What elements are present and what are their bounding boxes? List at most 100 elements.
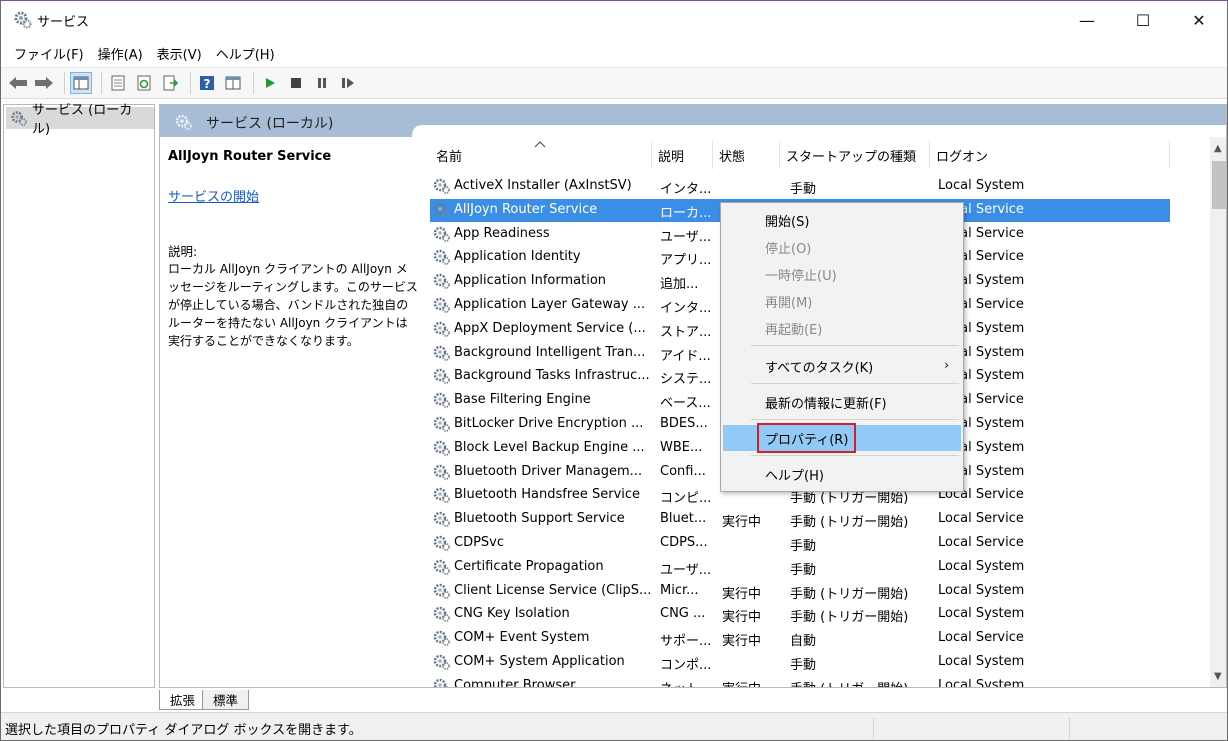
restart-service-icon[interactable]	[337, 72, 359, 94]
stop-service-icon[interactable]	[285, 72, 307, 94]
service-name: Background Intelligent Tran...	[454, 344, 646, 360]
service-name: Bluetooth Handsfree Service	[454, 487, 641, 503]
ctx-separator	[751, 383, 959, 384]
service-startup-type: 手動 (トリガー開始)	[790, 678, 930, 687]
service-name: Bluetooth Support Service	[454, 511, 625, 527]
scroll-up-icon[interactable]: ▲	[1214, 143, 1222, 154]
column-header-startup-type[interactable]: スタートアップの種類	[780, 141, 930, 169]
scrollbar-thumb[interactable]	[1212, 161, 1226, 209]
tree-item-label: サービス (ローカル)	[32, 103, 133, 137]
service-logon: Local Service	[938, 392, 1024, 408]
service-row[interactable]: Certificate Propagation ユーザ... 手動 Local Sys…	[430, 556, 1170, 579]
ctx-help[interactable]: ヘルプ(H)	[723, 461, 961, 487]
service-name: ActiveX Installer (AxInstSV)	[454, 178, 632, 193]
selected-service-name: AllJoyn Router Service	[168, 149, 332, 164]
service-row[interactable]: Computer Browser ネット... 実行中 手動 (トリガー開始) Loca…	[430, 675, 1170, 688]
service-gear-icon	[432, 605, 452, 627]
title-bar: サービス — ☐ ✕	[1, 1, 1227, 39]
service-row[interactable]: CDPSvc CDPS... 手動 Local Service	[430, 532, 1170, 555]
service-logon: Local Service	[938, 249, 1024, 265]
service-gear-icon	[432, 320, 452, 342]
service-name: COM+ Event System	[454, 630, 590, 646]
back-arrow-icon[interactable]	[7, 72, 29, 94]
menu-file[interactable]: ファイル(F)	[7, 41, 91, 65]
scroll-down-icon[interactable]: ▼	[1214, 671, 1222, 682]
service-gear-icon	[432, 201, 452, 223]
service-row[interactable]: Bluetooth Support Service Bluet... 実行中 手動 (…	[430, 508, 1170, 531]
ctx-all-tasks[interactable]: すべてのタスク(K) ›	[723, 353, 961, 379]
service-name: Bluetooth Driver Managem...	[454, 463, 643, 479]
forward-arrow-icon[interactable]	[33, 72, 55, 94]
menu-help[interactable]: ヘルプ(H)	[209, 41, 282, 65]
service-name: Computer Browser	[454, 677, 576, 688]
column-header-logon[interactable]: ログオン	[930, 141, 1170, 169]
menu-view[interactable]: 表示(V)	[150, 41, 209, 65]
service-description: コンポ...	[660, 658, 710, 673]
service-status: 実行中	[722, 678, 778, 687]
service-gear-icon	[432, 177, 452, 199]
ctx-separator	[751, 345, 959, 346]
tab-standard[interactable]: 標準	[202, 690, 250, 710]
column-header-description[interactable]: 説明	[652, 141, 713, 169]
status-text: 選択した項目のプロパティ ダイアログ ボックスを開きます。	[5, 723, 362, 738]
submenu-arrow-icon: ›	[944, 358, 949, 372]
export-list-icon[interactable]	[159, 72, 181, 94]
service-logon: Local System	[938, 416, 1025, 431]
start-service-link[interactable]: サービスの開始	[168, 186, 408, 205]
service-logon: Local System	[938, 463, 1025, 479]
tab-extended[interactable]: 拡張	[159, 690, 207, 710]
ctx-refresh[interactable]: 最新の情報に更新(F)	[723, 389, 961, 415]
ctx-separator	[751, 419, 959, 420]
minimize-button[interactable]: —	[1059, 1, 1115, 39]
ctx-start[interactable]: 開始(S)	[723, 207, 961, 233]
service-gear-icon	[432, 653, 452, 675]
service-description: ローカ...	[660, 205, 710, 221]
service-description: アイド...	[660, 348, 710, 364]
service-row[interactable]: Client License Service (ClipS... Micr... 実…	[430, 580, 1170, 603]
service-status: 実行中	[722, 515, 762, 531]
service-description: CDPS...	[660, 535, 708, 550]
services-main-pane: サービス (ローカル) AllJoyn Router Service サービスの…	[159, 104, 1227, 688]
service-logon: Local System	[938, 439, 1025, 455]
ctx-properties[interactable]: プロパティ(R)	[723, 423, 961, 453]
column-header-name[interactable]: 名前	[430, 141, 652, 169]
service-logon: Local System	[938, 582, 1025, 598]
service-row[interactable]: ActiveX Installer (AxInstSV) インタ... 手動 Loca…	[430, 175, 1170, 198]
tree-item-services-local[interactable]: サービス (ローカル)	[6, 103, 154, 137]
service-description: BDES...	[660, 416, 708, 431]
service-logon: Local System	[938, 368, 1025, 384]
service-startup-type: 手動 (トリガー開始)	[790, 610, 909, 626]
service-description: インタ...	[660, 182, 710, 197]
service-description: コンピ...	[660, 491, 710, 507]
service-startup-type: 手動	[790, 562, 817, 578]
view-icon[interactable]	[222, 72, 244, 94]
context-menu: 開始(S) 停止(O) 一時停止(U) 再開(M) 再起動(E) すべてのタスク…	[720, 202, 964, 492]
start-service-icon[interactable]	[259, 72, 281, 94]
service-logon: Local System	[938, 558, 1025, 574]
service-row[interactable]: CNG Key Isolation CNG ... 実行中 手動 (トリガー開始) Lo…	[430, 603, 1170, 626]
help-icon[interactable]: ?	[196, 72, 218, 94]
column-header-status[interactable]: 状態	[713, 141, 780, 169]
service-gear-icon	[432, 225, 452, 247]
close-button[interactable]: ✕	[1171, 1, 1227, 39]
service-logon: Local System	[938, 320, 1025, 336]
maximize-button[interactable]: ☐	[1115, 1, 1171, 39]
service-name: App Readiness	[454, 225, 550, 241]
menu-action[interactable]: 操作(A)	[91, 41, 150, 65]
show-hide-tree-icon[interactable]	[70, 72, 92, 94]
view-tabs: 拡張 標準	[159, 690, 250, 710]
service-gear-icon	[432, 558, 452, 580]
service-name: Application Layer Gateway ...	[454, 297, 646, 312]
service-logon: Local Service	[938, 487, 1024, 503]
service-status: 実行中	[722, 634, 762, 650]
service-gear-icon	[432, 582, 452, 604]
service-row[interactable]: COM+ System Application コンポ... 手動 Local Sys…	[430, 651, 1170, 674]
status-divider	[873, 717, 874, 739]
service-row[interactable]: COM+ Event System サポー... 実行中 自動 Local Servic…	[430, 627, 1170, 650]
svg-text:?: ?	[204, 77, 211, 91]
pause-service-icon[interactable]	[311, 72, 333, 94]
refresh-icon[interactable]	[133, 72, 155, 94]
properties-icon[interactable]	[107, 72, 129, 94]
vertical-scrollbar[interactable]: ▲ ▼	[1210, 137, 1226, 687]
service-startup-type: 手動 (トリガー開始)	[790, 515, 909, 531]
